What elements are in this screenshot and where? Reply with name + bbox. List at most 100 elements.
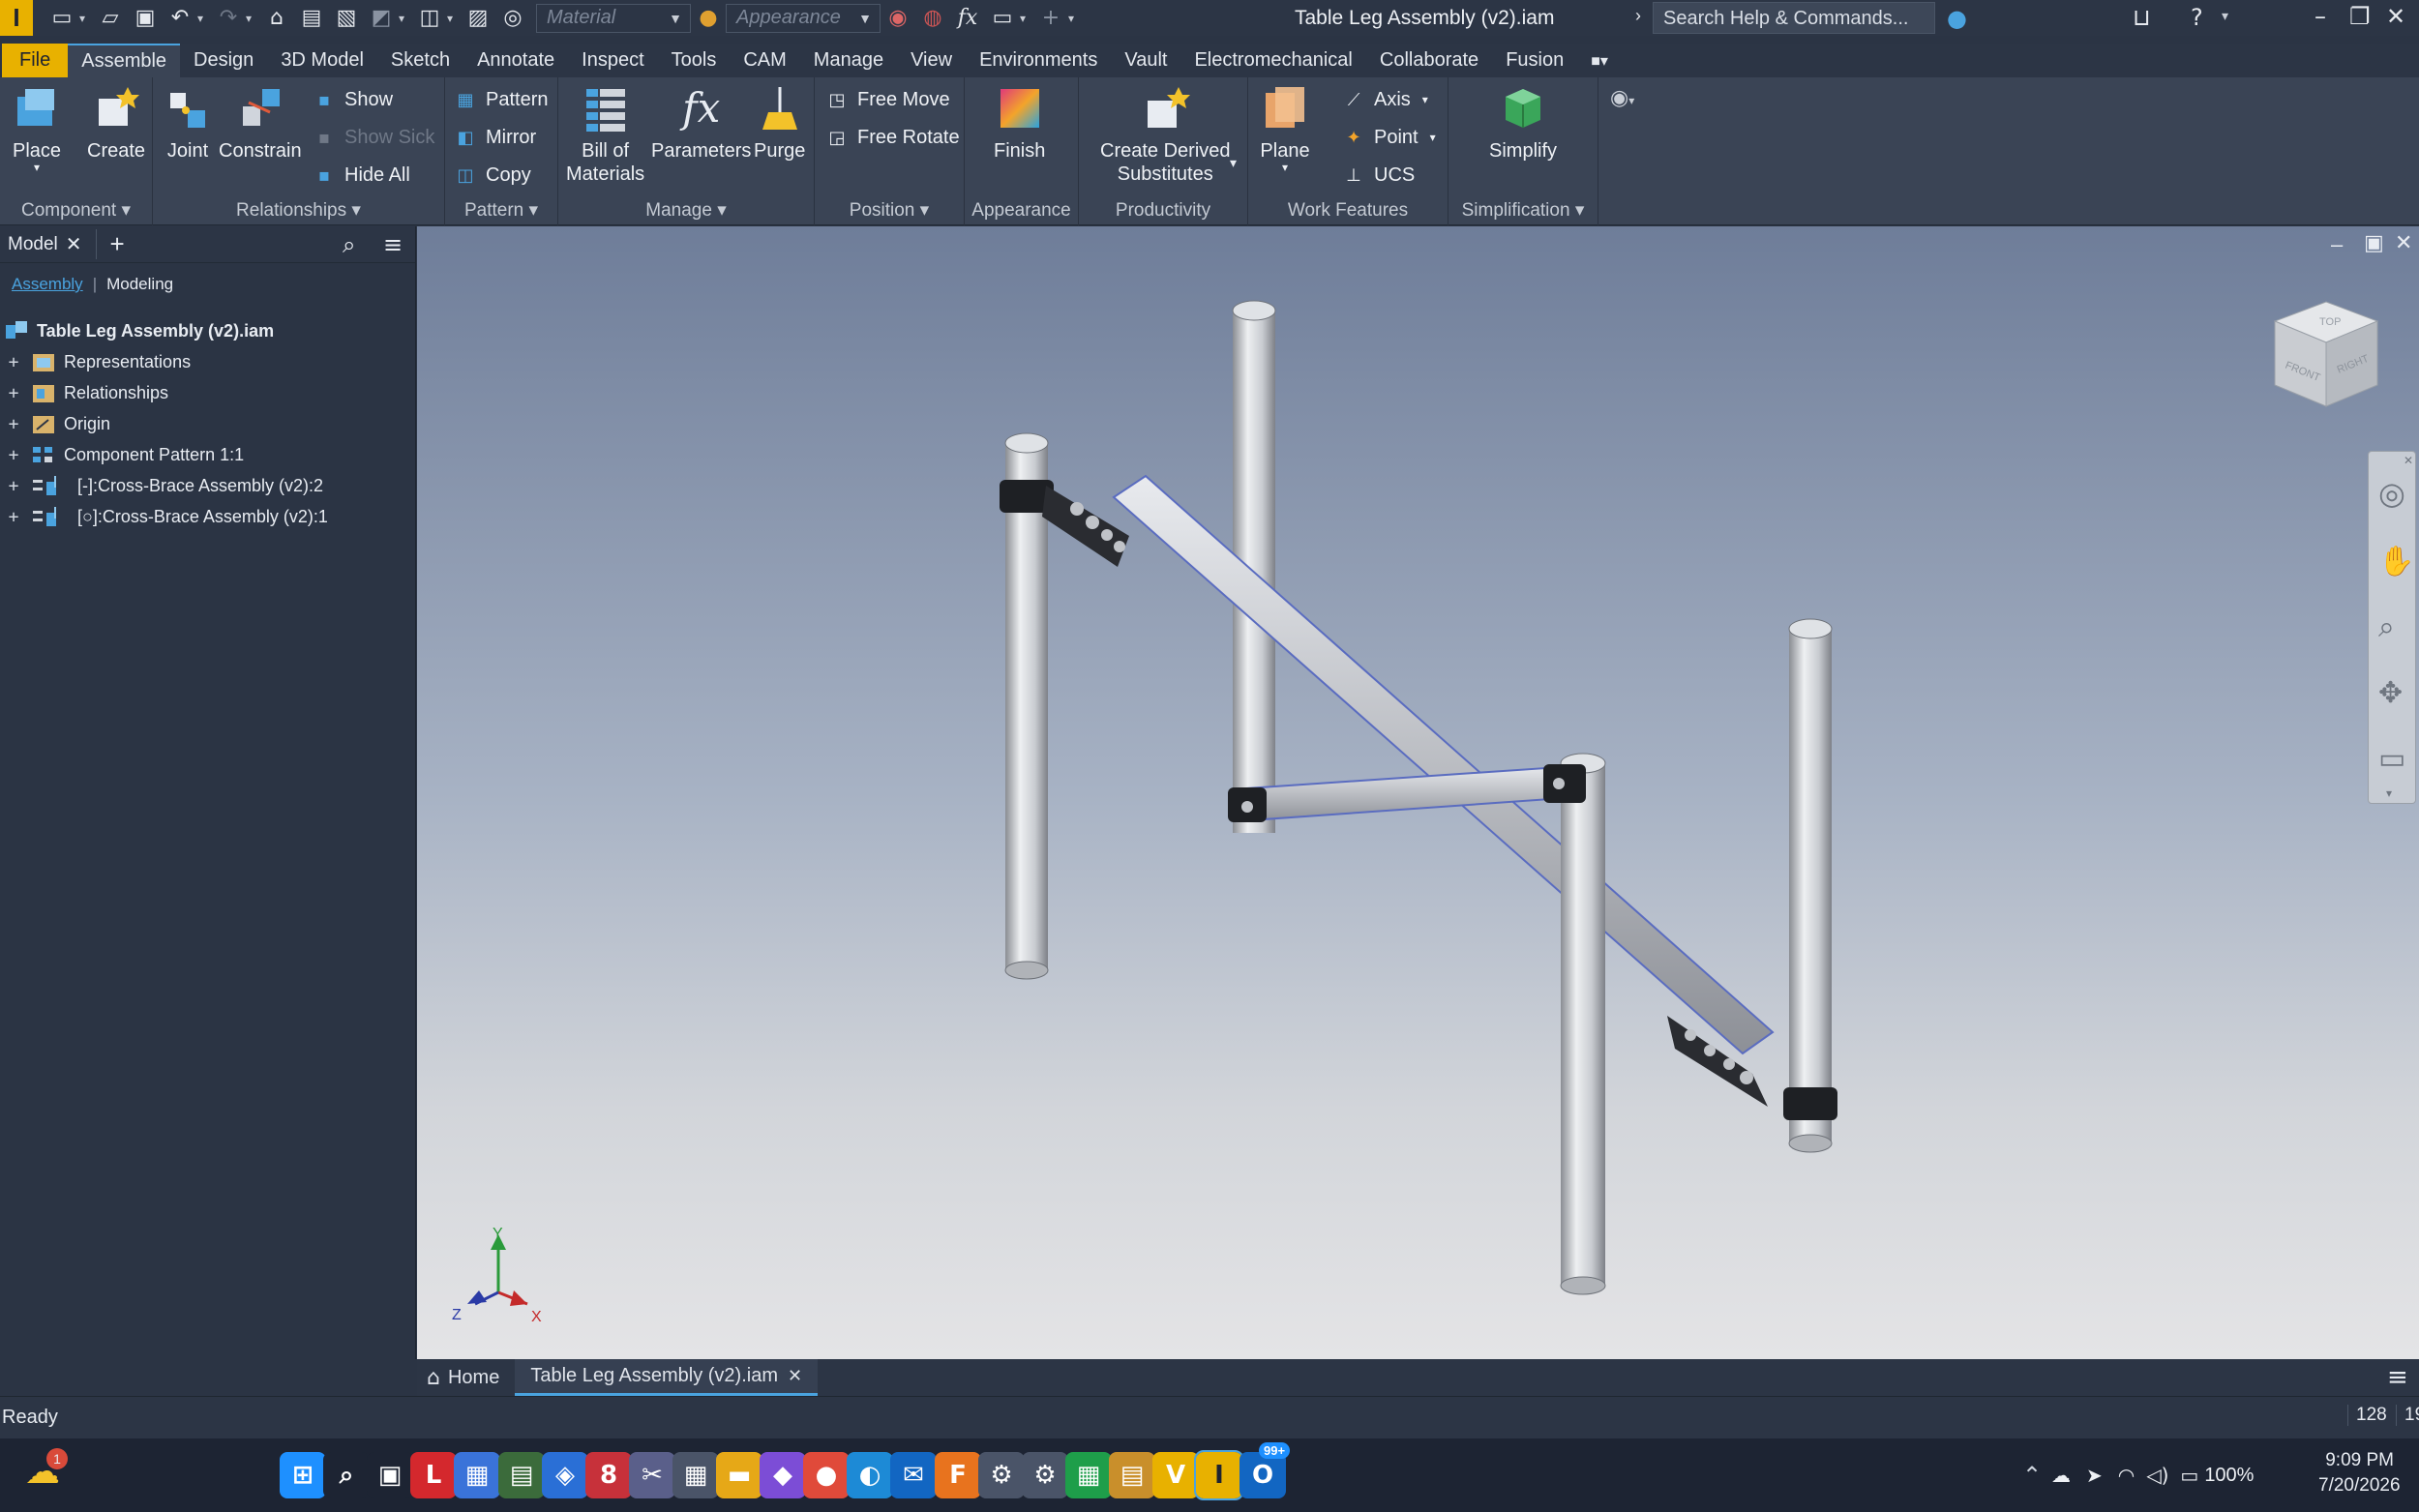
taskbar-gpu-icon[interactable]: ▤	[498, 1452, 545, 1498]
taskbar-edge-icon[interactable]: ◐	[847, 1452, 893, 1498]
create-button[interactable]: Create	[87, 83, 145, 163]
close-icon[interactable]: ✕	[788, 1366, 802, 1386]
pattern-select-icon[interactable]: ◫	[415, 4, 444, 33]
taskbar-m365-icon[interactable]: ◆	[760, 1452, 806, 1498]
chevron-down-icon[interactable]: ▾	[1020, 12, 1033, 25]
weather-widget[interactable]: ☁ 1	[25, 1448, 74, 1500]
expand-icon[interactable]: +	[6, 445, 21, 465]
tree-item-origin[interactable]: + Origin	[0, 408, 110, 439]
graphics-window[interactable]: – ▣ ✕ TOP FRONT RIGHT ✕ ◎ ✋ ⌕ ✥ ▭ ▾ Y Z …	[417, 226, 2419, 1359]
ribbon-options-icon[interactable]: ◉▾	[1610, 85, 1634, 110]
close-icon[interactable]: ✕	[2386, 3, 2405, 30]
taskbar-snip-icon[interactable]: ✂	[629, 1452, 675, 1498]
customize-icon[interactable]: ▾	[1068, 12, 1082, 25]
tab-fusion[interactable]: Fusion	[1492, 44, 1577, 77]
taskbar-fusion-icon[interactable]: F	[935, 1452, 981, 1498]
taskbar-app-16-icon[interactable]: ⚙	[978, 1452, 1025, 1498]
inventor-logo[interactable]: I	[0, 0, 33, 36]
mirror-button[interactable]: ◧ Mirror	[453, 121, 536, 154]
panel-label-component[interactable]: Component ▾	[0, 199, 152, 222]
model-assembly[interactable]	[417, 226, 2419, 1359]
menu-icon[interactable]: ≡	[2387, 1363, 2408, 1392]
taskbar-app-17-icon[interactable]: ⚙	[1022, 1452, 1068, 1498]
panel-label-relationships[interactable]: Relationships ▾	[153, 199, 444, 222]
cloud-icon[interactable]: ☁	[2051, 1464, 2071, 1487]
save-icon[interactable]: ▣	[131, 4, 160, 33]
add-icon[interactable]: +	[1036, 4, 1065, 33]
chevron-right-icon[interactable]: ›	[1635, 6, 1641, 26]
tab-manage[interactable]: Manage	[800, 44, 897, 77]
finish-button[interactable]: Finish	[994, 83, 1045, 163]
place-button[interactable]: Place ▾	[12, 83, 62, 173]
taskbar-sheets-icon[interactable]: ▦	[1065, 1452, 1112, 1498]
new-icon[interactable]: ▭	[47, 4, 76, 33]
pan-icon[interactable]: ✋	[2378, 545, 2414, 578]
expand-icon[interactable]: +	[6, 507, 21, 527]
chevron-down-icon[interactable]: ▾	[1230, 155, 1237, 171]
expand-icon[interactable]: +	[6, 476, 21, 496]
parameters-button[interactable]: fx Parameters	[651, 83, 751, 163]
taskbar-store-icon[interactable]: ▦	[454, 1452, 500, 1498]
tab-assemble[interactable]: Assemble	[68, 44, 181, 77]
panel-label-simplification[interactable]: Simplification ▾	[1448, 199, 1598, 222]
table-leg-front[interactable]	[1560, 753, 1606, 1295]
chevron-down-icon[interactable]: ▾	[246, 12, 259, 25]
minimize-icon[interactable]: –	[2314, 3, 2326, 30]
plane-button[interactable]: Plane ▾	[1260, 83, 1310, 173]
taskbar-app-8-icon[interactable]: 8	[585, 1452, 632, 1498]
table-leg-right[interactable]	[1788, 618, 1833, 1153]
taskbar-search-icon[interactable]: ⌕	[323, 1452, 370, 1498]
purge-button[interactable]: Purge	[754, 83, 805, 163]
user-icon[interactable]: ●	[1947, 5, 1967, 32]
tab-home[interactable]: ⌂ Home	[417, 1359, 515, 1396]
fx-icon[interactable]: fx	[953, 4, 982, 33]
tree-item-relationships[interactable]: + Relationships	[0, 377, 168, 408]
add-panel-icon[interactable]: +	[95, 229, 125, 259]
panel-label-position[interactable]: Position ▾	[815, 199, 964, 222]
properties-icon[interactable]: ▤	[297, 4, 326, 33]
close-icon[interactable]: ✕	[66, 232, 82, 256]
point-button[interactable]: ✦ Point ▾	[1341, 121, 1435, 154]
chevron-down-icon[interactable]: ▾	[79, 12, 93, 25]
diagonal-brace[interactable]	[1112, 474, 1775, 1055]
home-icon[interactable]: ⌂	[262, 4, 291, 33]
search-icon[interactable]: ⌕	[343, 231, 355, 258]
chevron-down-icon[interactable]: ▾	[197, 12, 211, 25]
simplify-button[interactable]: Simplify	[1489, 83, 1557, 163]
material-select[interactable]: Material ▼	[536, 3, 691, 33]
expand-icon[interactable]: +	[6, 383, 21, 403]
tab-collaborate[interactable]: Collaborate	[1366, 44, 1492, 77]
create-derived-substitutes-button[interactable]: Create Derived Substitutes	[1100, 83, 1231, 186]
axis-button[interactable]: ⟋ Axis ▾	[1341, 83, 1428, 116]
free-rotate-button[interactable]: ◲ Free Rotate	[824, 121, 959, 154]
look-at-icon[interactable]: ▭	[2378, 742, 2405, 776]
tab-model[interactable]: Model	[0, 234, 66, 255]
view-cube[interactable]: TOP FRONT RIGHT	[2263, 292, 2389, 418]
copy-button[interactable]: ◫ Copy	[453, 159, 530, 192]
ucs-button[interactable]: ⊥ UCS	[1341, 159, 1415, 192]
taskbar-task-view-icon[interactable]: ▣	[367, 1452, 413, 1498]
chevron-down-icon[interactable]: ▾	[2386, 786, 2392, 800]
help-icon[interactable]: ?	[2191, 4, 2203, 31]
tree-item-cross-brace-2[interactable]: + [-]:Cross-Brace Assembly (v2):2	[0, 470, 323, 501]
tab-sketch[interactable]: Sketch	[377, 44, 463, 77]
help-search-input[interactable]: Search Help & Commands...	[1653, 2, 1935, 34]
video-icon[interactable]: ■▾	[1577, 44, 1622, 77]
battery-icon[interactable]: ▭	[2180, 1464, 2198, 1487]
pattern-button[interactable]: ▦ Pattern	[453, 83, 548, 116]
location-icon[interactable]: ➤	[2086, 1464, 2103, 1487]
tab-inspect[interactable]: Inspect	[568, 44, 657, 77]
ball-icon[interactable]: ◎	[498, 4, 527, 33]
tree-item-component-pattern[interactable]: + Component Pattern 1:1	[0, 439, 245, 470]
tree-root[interactable]: Table Leg Assembly (v2).iam	[0, 315, 274, 346]
open-icon[interactable]: ▱	[96, 4, 125, 33]
taskbar-calculator-icon[interactable]: ▦	[672, 1452, 719, 1498]
clear-appearance-icon[interactable]: ◍	[918, 4, 947, 33]
volume-icon[interactable]: ◁)	[2146, 1464, 2168, 1487]
tab-view[interactable]: View	[897, 44, 966, 77]
horizontal-brace[interactable]	[1228, 764, 1586, 823]
chevron-down-icon[interactable]: ▾	[2222, 8, 2228, 24]
restore-icon[interactable]: ❐	[2349, 3, 2371, 30]
taskbar-inventor-icon[interactable]: I	[1194, 1450, 1244, 1500]
taskbar-outlook-mail-icon[interactable]: ✉	[890, 1452, 937, 1498]
